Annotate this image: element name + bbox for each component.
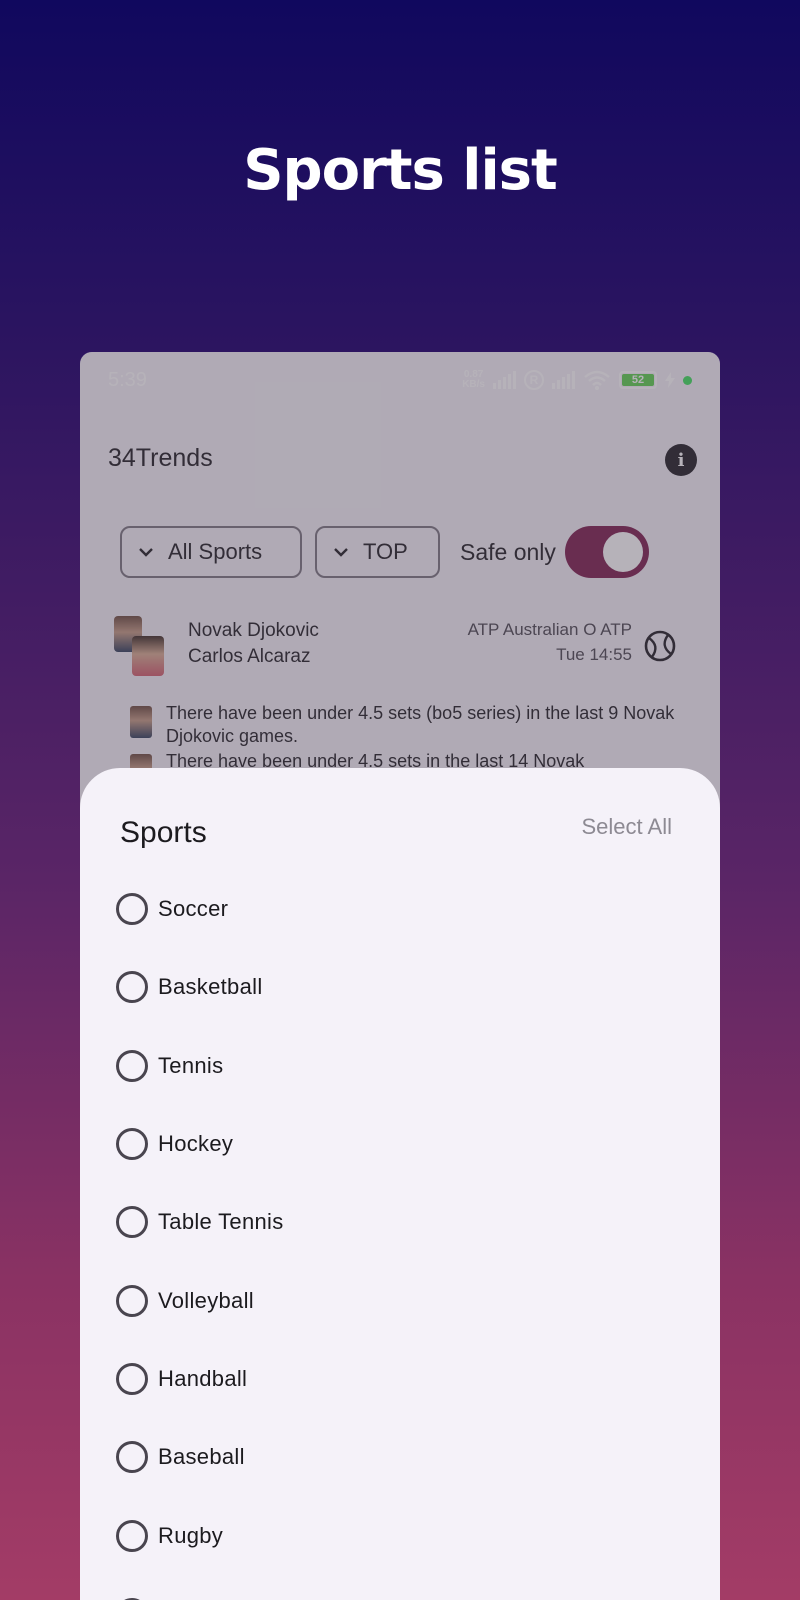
sport-label: Baseball — [158, 1444, 245, 1470]
status-time: 5:39 — [108, 368, 147, 391]
sport-option-hockey[interactable]: Hockey — [116, 1105, 676, 1183]
sport-option-volleyball[interactable]: Volleyball — [116, 1261, 676, 1339]
sport-filter-chip[interactable]: All Sports — [120, 526, 302, 578]
charging-icon — [665, 372, 675, 388]
safe-only-toggle[interactable] — [565, 526, 649, 578]
sort-filter-label: TOP — [363, 539, 408, 564]
battery-icon: 52 — [619, 371, 657, 389]
phone-screen: 5:39 0.87 KB/s R 52 34Trends i All Sport… — [80, 352, 720, 1600]
sport-label: Handball — [158, 1365, 248, 1391]
radio-button[interactable] — [116, 1049, 148, 1082]
sports-bottom-sheet: Sports Select All Soccer Basketball Tenn… — [80, 768, 720, 1600]
promo-title: Sports list — [243, 138, 558, 203]
sport-option-basketball[interactable]: Basketball — [116, 948, 676, 1026]
sport-label: Volleyball — [158, 1287, 254, 1313]
charging-indicator-icon — [683, 375, 692, 385]
player2-avatar — [132, 636, 164, 676]
sport-list: Soccer Basketball Tennis Hockey Table Te… — [116, 870, 676, 1600]
radio-button[interactable] — [116, 893, 148, 926]
sport-label: Tennis — [158, 1052, 224, 1078]
sport-option-baseball[interactable]: Baseball — [116, 1418, 676, 1496]
radio-button[interactable] — [116, 1284, 148, 1317]
sport-label: Basketball — [158, 974, 263, 1000]
trend-avatar — [130, 706, 152, 738]
sort-filter-chip[interactable]: TOP — [315, 526, 440, 578]
sport-label: Rugby — [158, 1522, 224, 1548]
sport-option-tennis[interactable]: Tennis — [116, 1027, 676, 1105]
safe-only-label: Safe only — [460, 539, 556, 565]
sport-option-table-tennis[interactable]: Table Tennis — [116, 1183, 676, 1261]
event-time: Tue 14:55 — [556, 645, 632, 664]
sport-option-soccer[interactable]: Soccer — [116, 870, 676, 948]
toggle-knob — [603, 532, 643, 572]
sheet-title: Sports — [120, 816, 207, 849]
player1-name: Novak Djokovic — [188, 620, 319, 641]
radio-button[interactable] — [116, 1362, 148, 1395]
player2-name: Carlos Alcaraz — [188, 646, 311, 667]
sport-label: Hockey — [158, 1131, 234, 1157]
sport-label: Table Tennis — [158, 1209, 284, 1235]
wifi-icon — [584, 370, 610, 390]
sport-option-handball[interactable]: Handball — [116, 1340, 676, 1418]
sport-label: Soccer — [158, 896, 229, 922]
status-bar: 5:39 0.87 KB/s R 52 — [80, 352, 720, 408]
signal-icon — [493, 371, 516, 389]
net-speed: 0.87 KB/s — [462, 369, 485, 390]
radio-button[interactable] — [116, 1519, 148, 1552]
registered-icon: R — [524, 370, 544, 390]
radio-button[interactable] — [116, 1128, 148, 1161]
chevron-down-icon — [139, 548, 153, 557]
trend-item[interactable]: There have been under 4.5 sets (bo5 seri… — [130, 702, 690, 748]
signal-icon-2 — [552, 371, 575, 389]
app-title: 34Trends — [108, 444, 213, 472]
radio-button[interactable] — [116, 971, 148, 1004]
status-icons: 0.87 KB/s R 52 — [462, 370, 692, 390]
tennis-ball-icon — [644, 630, 676, 662]
select-all-button[interactable]: Select All — [582, 814, 673, 840]
trend-text: There have been under 4.5 sets (bo5 seri… — [166, 703, 675, 746]
sport-option-rugby[interactable]: Rugby — [116, 1496, 676, 1574]
info-icon[interactable]: i — [665, 444, 697, 476]
sport-option-partial[interactable] — [116, 1575, 676, 1600]
sport-filter-label: All Sports — [168, 539, 263, 564]
radio-button[interactable] — [116, 1441, 148, 1474]
chevron-down-icon — [334, 548, 348, 557]
event-league: ATP Australian O ATP — [467, 620, 632, 639]
radio-button[interactable] — [116, 1206, 148, 1239]
